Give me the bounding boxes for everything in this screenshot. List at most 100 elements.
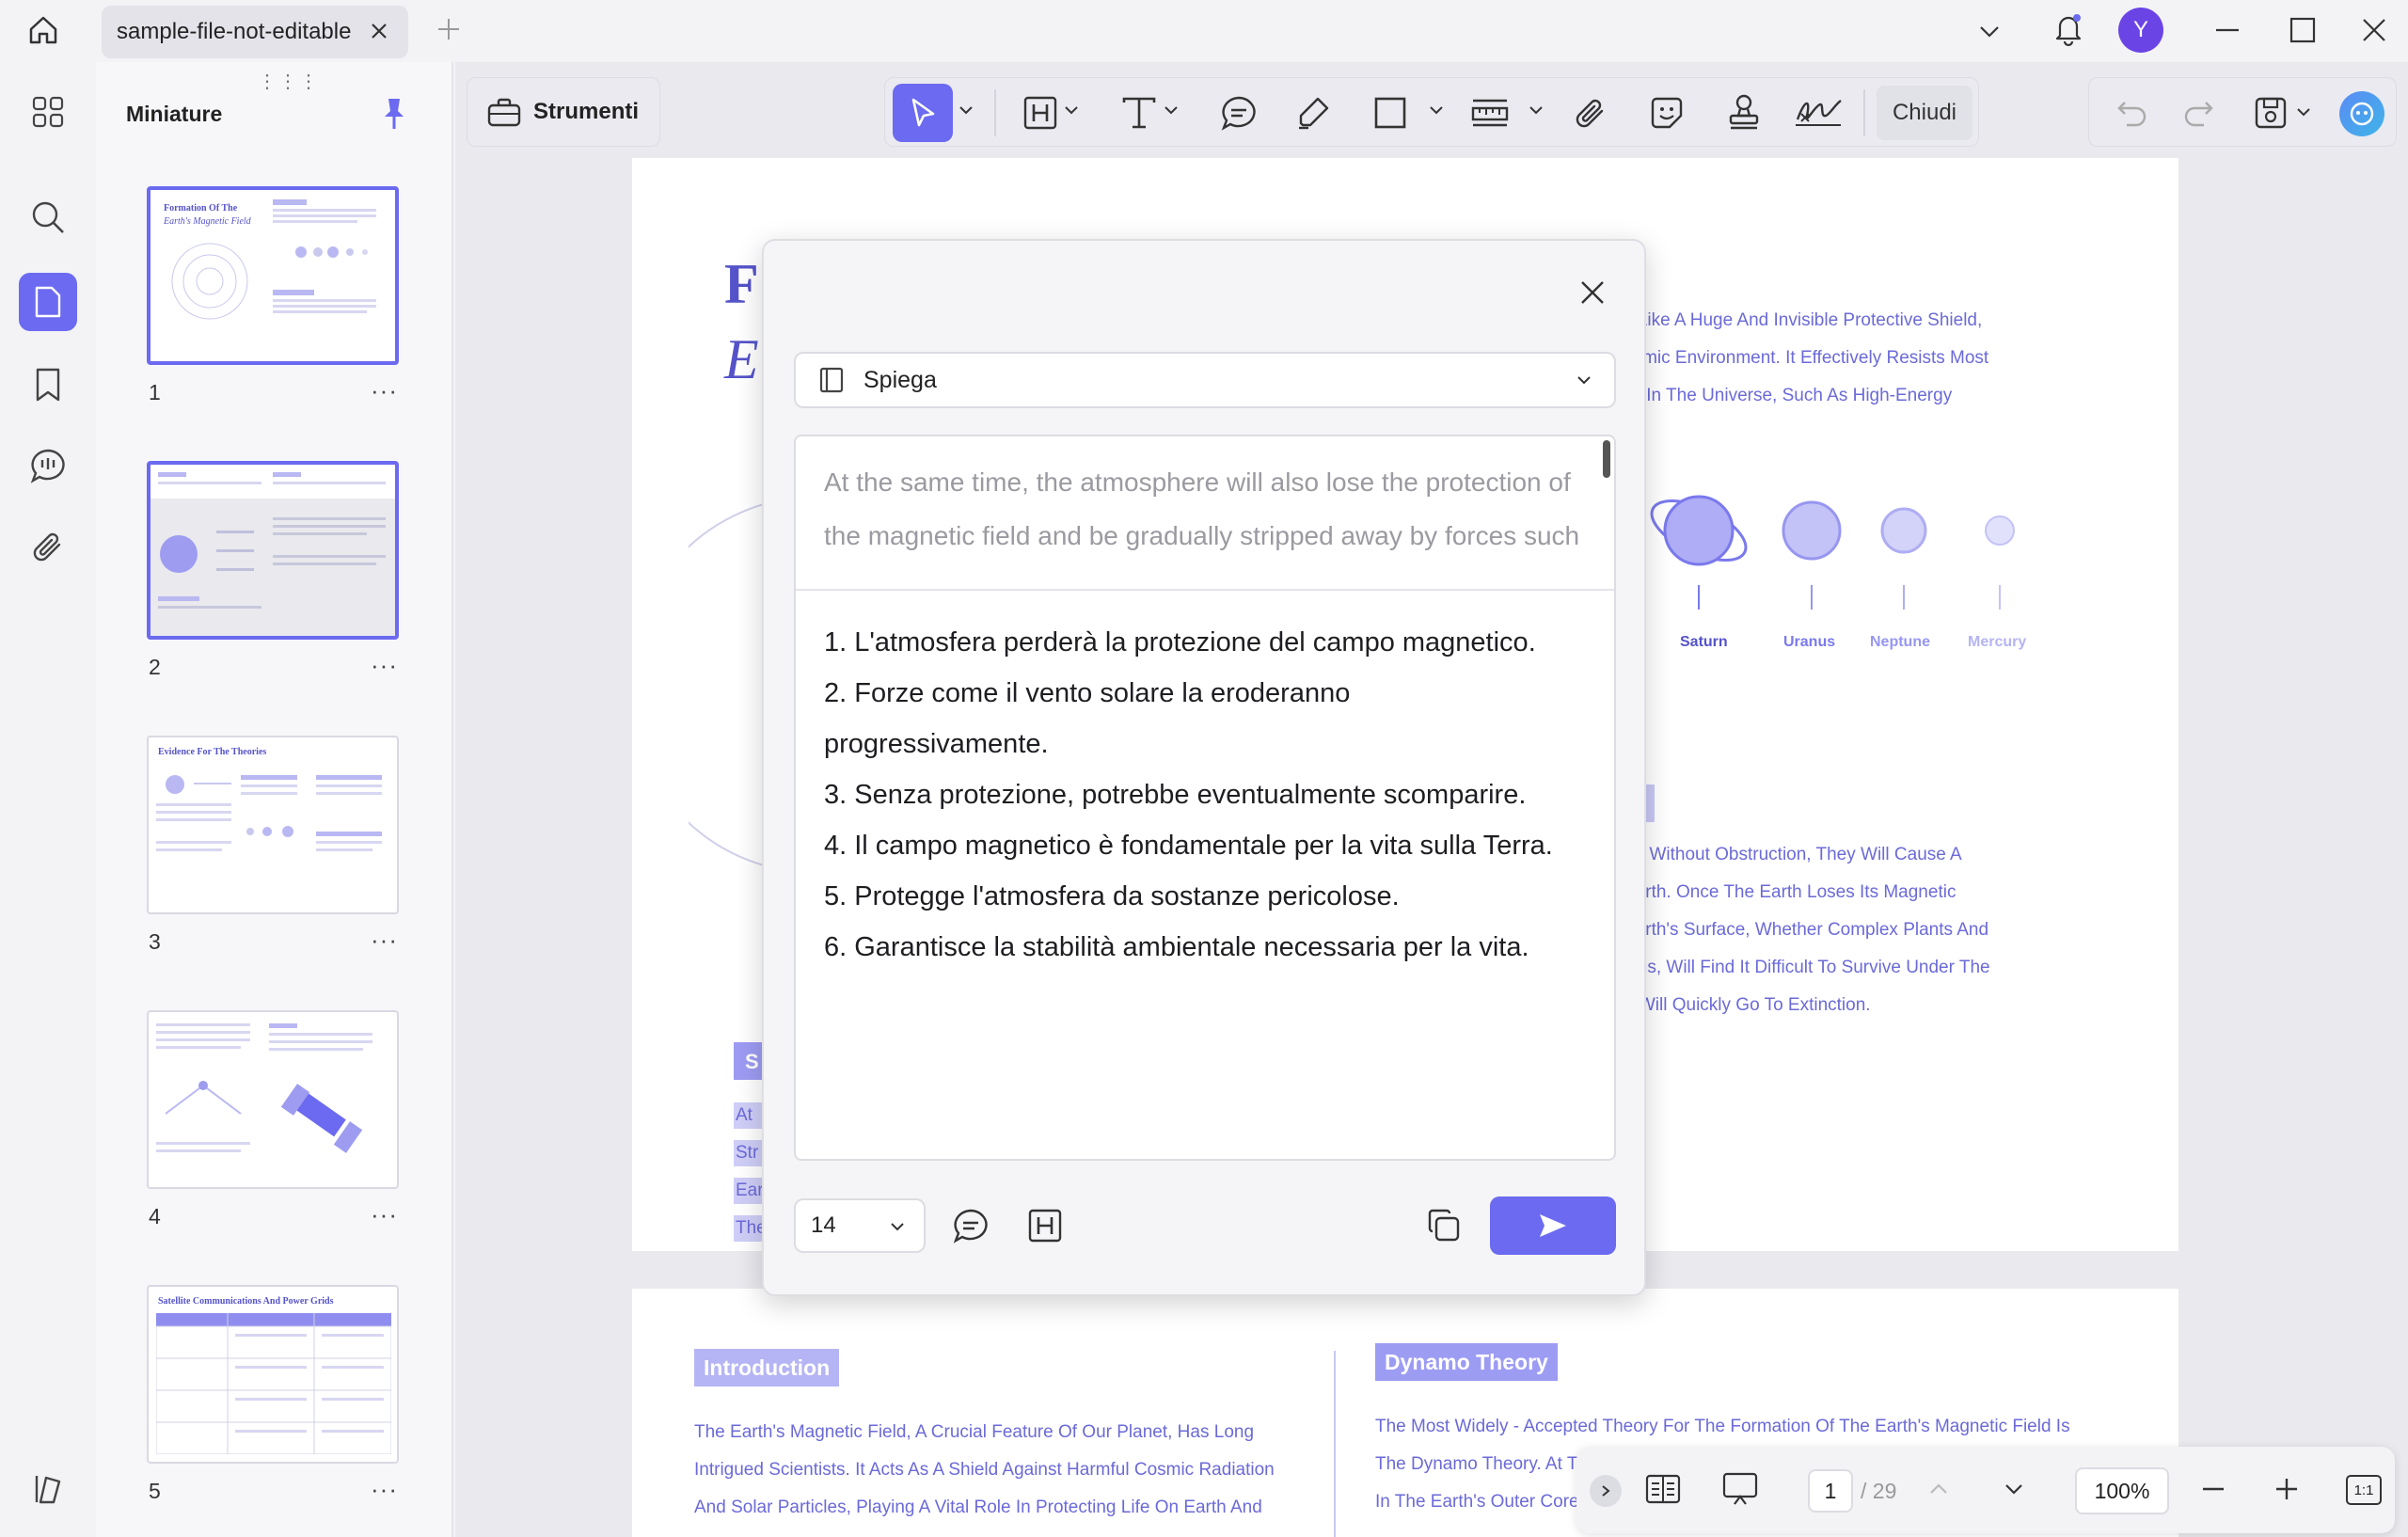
send-button[interactable] xyxy=(1490,1196,1616,1255)
chevron-down-icon[interactable] xyxy=(1975,17,2004,45)
heading-dropdown-chevron-icon[interactable] xyxy=(1062,101,1081,119)
thumbnail-more-icon[interactable]: ··· xyxy=(371,926,398,955)
planet-label: Mercury xyxy=(1968,634,2027,650)
thumbnail-page-3[interactable]: Evidence For The Theories xyxy=(147,736,399,914)
attach-tool-icon[interactable] xyxy=(1574,95,1609,131)
home-icon[interactable] xyxy=(26,13,60,47)
page-number-input[interactable]: 1 xyxy=(1808,1469,1853,1513)
presentation-icon[interactable] xyxy=(1721,1471,1759,1507)
column-divider xyxy=(1334,1351,1336,1537)
sidebar-toggle-icon[interactable] xyxy=(19,1460,77,1518)
zoom-out-icon[interactable] xyxy=(2199,1475,2227,1503)
previous-page-icon[interactable] xyxy=(1926,1477,1951,1501)
thumbnail-page-2[interactable] xyxy=(147,461,399,640)
close-dialog-icon[interactable] xyxy=(1576,277,1608,309)
introduction-tag: Introduction xyxy=(694,1349,840,1386)
bell-icon[interactable] xyxy=(2052,11,2084,47)
thumbnail-heading: Formation Of The xyxy=(164,203,238,214)
highlighted-text: Str xyxy=(734,1140,762,1166)
zoom-level[interactable]: 100% xyxy=(2075,1467,2169,1514)
tools-label: Strumenti xyxy=(533,99,640,124)
thumbnail-more-icon[interactable]: ··· xyxy=(371,1475,398,1504)
thumbnail-number: 2 xyxy=(149,655,161,679)
panel-drag-handle[interactable]: ⋮⋮⋮ xyxy=(258,70,320,93)
search-icon[interactable] xyxy=(19,188,77,246)
response-line: 4. Il campo magnetico è fondamentale per… xyxy=(824,831,1553,861)
annotation-toolbar: Chiudi xyxy=(884,77,1979,147)
book-icon xyxy=(818,366,845,394)
select-tool-button[interactable] xyxy=(893,84,953,142)
title-bar: sample-file-not-editable Y xyxy=(0,0,2408,62)
ai-assistant-icon[interactable] xyxy=(2339,91,2384,136)
highlighter-tool-icon[interactable] xyxy=(1295,95,1331,131)
mode-select[interactable]: Spiega xyxy=(794,352,1616,408)
page-text-line: osmic Environment. It Effectively Resist… xyxy=(1624,348,1989,368)
text-tool-icon[interactable] xyxy=(1120,95,1158,131)
page-text-line: sms, Will Find It Difficult To Survive U… xyxy=(1624,958,1990,977)
page-text-line: rth Without Obstruction, They Will Cause… xyxy=(1624,845,1962,864)
maximize-icon[interactable] xyxy=(2288,15,2318,45)
ai-text-area[interactable]: At the same time, the atmosphere will al… xyxy=(794,435,1616,1161)
thumbnails-icon[interactable] xyxy=(19,273,77,331)
response-line: progressivamente. xyxy=(824,729,1049,759)
thumbnails-panel: ⋮⋮⋮ Miniature Formation Of The Earth's M… xyxy=(96,62,453,1537)
redo-icon[interactable] xyxy=(2181,97,2215,129)
close-tab-icon[interactable] xyxy=(367,19,391,43)
avatar[interactable]: Y xyxy=(2118,8,2163,53)
panel-title: Miniature xyxy=(126,102,223,126)
comments-icon[interactable] xyxy=(19,436,77,495)
zoom-in-icon[interactable] xyxy=(2273,1475,2301,1503)
bookmark-icon[interactable] xyxy=(19,356,77,414)
page-total: / 29 xyxy=(1861,1479,1897,1503)
collapse-nav-icon[interactable] xyxy=(1590,1475,1622,1507)
close-window-icon[interactable] xyxy=(2359,15,2389,45)
highlighted-text: At xyxy=(734,1102,762,1129)
comment-insert-icon[interactable] xyxy=(952,1208,990,1244)
next-page-icon[interactable] xyxy=(2002,1477,2026,1501)
thumbnail-more-icon[interactable]: ··· xyxy=(371,376,398,405)
page-layout-icon[interactable] xyxy=(1644,1473,1682,1505)
pin-icon[interactable] xyxy=(380,96,408,132)
response-line: 3. Senza protezione, potrebbe eventualme… xyxy=(824,780,1527,810)
planet-label: Neptune xyxy=(1870,634,1930,650)
new-tab-icon[interactable] xyxy=(435,15,463,43)
heading-tool-icon[interactable] xyxy=(1022,95,1058,131)
thumbnail-page-5[interactable]: Satellite Communications And Power Grids xyxy=(147,1285,399,1464)
page-title-fragment: F xyxy=(724,253,759,315)
save-icon[interactable] xyxy=(2253,95,2289,131)
scrollbar-thumb[interactable] xyxy=(1603,440,1610,478)
highlighted-text: The xyxy=(734,1215,762,1242)
document-tab[interactable]: sample-file-not-editable xyxy=(102,6,408,58)
tools-button[interactable]: Strumenti xyxy=(467,77,660,147)
sticker-tool-icon[interactable] xyxy=(1649,95,1685,131)
attachment-icon[interactable] xyxy=(19,517,77,576)
shape-tool-icon[interactable] xyxy=(1372,95,1408,131)
thumbnail-number: 3 xyxy=(149,929,161,954)
send-icon xyxy=(1537,1212,1569,1240)
heading-insert-icon[interactable] xyxy=(1027,1208,1063,1244)
apps-icon[interactable] xyxy=(19,83,77,141)
undo-icon[interactable] xyxy=(2115,97,2149,129)
text-dropdown-chevron-icon[interactable] xyxy=(1162,101,1180,119)
measure-dropdown-chevron-icon[interactable] xyxy=(1527,101,1545,119)
font-size-select[interactable]: 14 xyxy=(794,1198,926,1253)
stamp-tool-icon[interactable] xyxy=(1726,93,1762,131)
toolbar-divider xyxy=(994,89,996,136)
thumbnail-more-icon[interactable]: ··· xyxy=(371,1200,398,1229)
thumbnail-number: 5 xyxy=(149,1479,161,1503)
ai-dialog: Spiega At the same time, the atmosphere … xyxy=(762,239,1646,1296)
signature-tool-icon[interactable] xyxy=(1794,95,1845,131)
select-dropdown-chevron-icon[interactable] xyxy=(957,101,975,119)
actual-size-button[interactable]: 1:1 xyxy=(2346,1475,2382,1505)
thumbnail-more-icon[interactable]: ··· xyxy=(371,651,398,680)
minimize-icon[interactable] xyxy=(2212,15,2242,45)
comment-tool-icon[interactable] xyxy=(1220,95,1258,131)
thumbnail-page-4[interactable] xyxy=(147,1010,399,1189)
copy-icon[interactable] xyxy=(1426,1208,1462,1244)
measure-tool-icon[interactable] xyxy=(1470,95,1510,131)
shape-dropdown-chevron-icon[interactable] xyxy=(1427,101,1446,119)
close-toolbar-button[interactable]: Chiudi xyxy=(1877,86,1972,140)
thumbnail-page-1[interactable]: Formation Of The Earth's Magnetic Field xyxy=(147,186,399,365)
page-text-line: In The Earth's Outer Core xyxy=(1375,1492,1579,1512)
save-dropdown-chevron-icon[interactable] xyxy=(2294,103,2313,121)
